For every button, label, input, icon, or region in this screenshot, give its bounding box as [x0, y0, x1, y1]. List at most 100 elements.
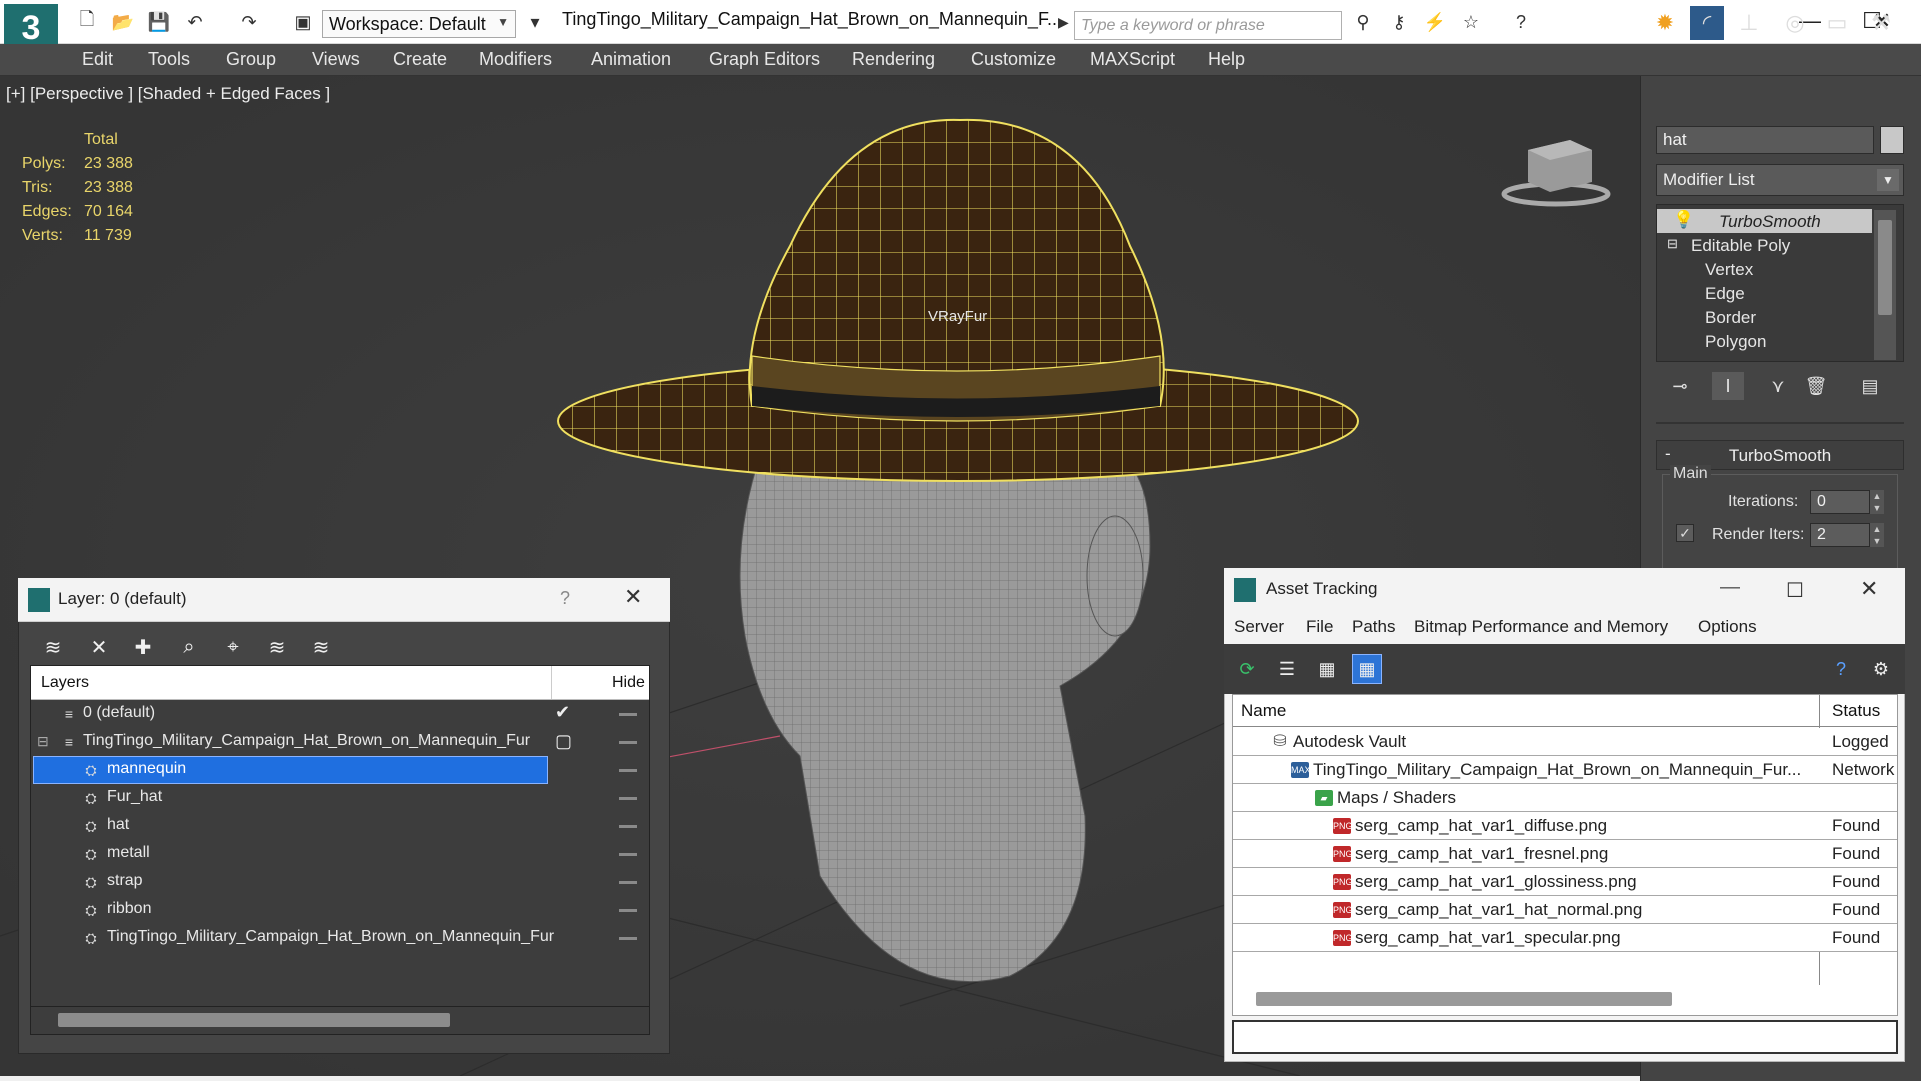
- horizontal-scrollbar[interactable]: [1256, 992, 1672, 1006]
- set-active-icon[interactable]: ▢: [555, 731, 572, 752]
- workspace-menu-icon[interactable]: ▾: [522, 10, 548, 34]
- help-icon[interactable]: ?: [1826, 654, 1856, 684]
- layer-row[interactable]: ⛭ ribbon: [31, 896, 649, 924]
- redo-icon[interactable]: ↷: [236, 10, 262, 34]
- thumbnail-view-icon[interactable]: ▦: [1312, 654, 1342, 684]
- key-icon[interactable]: ⚷: [1386, 10, 1412, 34]
- freeze-all-icon[interactable]: ≋: [306, 632, 336, 662]
- hide-all-icon[interactable]: ≋: [262, 632, 292, 662]
- menu-options[interactable]: Options: [1698, 617, 1757, 637]
- layers-column-header[interactable]: Layers: [41, 674, 89, 692]
- exchange-icon[interactable]: ⚡: [1422, 10, 1448, 34]
- save-file-icon[interactable]: 💾: [146, 10, 172, 34]
- menu-maxscript[interactable]: MAXScript: [1090, 49, 1175, 70]
- layer-row[interactable]: ⛭ hat: [31, 812, 649, 840]
- modify-tab-icon[interactable]: ◜: [1690, 6, 1724, 40]
- make-unique-icon[interactable]: ⋎: [1762, 372, 1794, 400]
- hide-toggle[interactable]: [619, 825, 637, 828]
- hide-toggle[interactable]: [619, 937, 637, 940]
- iterations-spinner[interactable]: 0: [1810, 490, 1870, 514]
- help-button[interactable]: ?: [560, 588, 570, 609]
- search-input[interactable]: Type a keyword or phrase: [1074, 11, 1342, 40]
- hide-toggle[interactable]: [619, 853, 637, 856]
- menu-paths[interactable]: Paths: [1352, 617, 1395, 637]
- spinner-arrows-icon[interactable]: ▲ ▼: [1870, 523, 1884, 547]
- layer-row[interactable]: ⛭ strap: [31, 868, 649, 896]
- menu-bitmap-performance[interactable]: Bitmap Performance and Memory: [1414, 617, 1668, 637]
- menu-rendering[interactable]: Rendering: [852, 49, 935, 70]
- play-arrow-icon[interactable]: ▶: [1058, 14, 1070, 36]
- stack-item-editable-poly[interactable]: ⊟ Editable Poly: [1657, 233, 1872, 257]
- create-tab-icon[interactable]: ✹: [1648, 6, 1682, 40]
- hide-toggle[interactable]: [619, 881, 637, 884]
- status-column-header[interactable]: Status: [1832, 701, 1880, 721]
- menu-server[interactable]: Server: [1234, 617, 1284, 637]
- hide-toggle[interactable]: [619, 713, 637, 716]
- layer-row[interactable]: ⛭ TingTingo_Military_Campaign_Hat_Brown_…: [31, 924, 649, 952]
- list-view-icon[interactable]: ☰: [1272, 654, 1302, 684]
- viewport-label[interactable]: [+] [Perspective ] [Shaded + Edged Faces…: [6, 84, 330, 104]
- lightbulb-icon[interactable]: 💡: [1673, 210, 1694, 230]
- stack-item-polygon[interactable]: Polygon: [1657, 329, 1872, 353]
- layer-row[interactable]: ⛭ metall: [31, 840, 649, 868]
- menu-tools[interactable]: Tools: [148, 49, 190, 70]
- delete-icon[interactable]: ✕: [84, 632, 114, 662]
- asset-row[interactable]: PNG serg_camp_hat_var1_glossiness.png Fo…: [1233, 868, 1897, 896]
- hide-toggle[interactable]: [619, 769, 637, 772]
- remove-modifier-icon[interactable]: 🗑: [1800, 372, 1832, 400]
- utilities-tab-icon[interactable]: ⚒: [1864, 6, 1898, 40]
- minimize-icon[interactable]: —: [1720, 576, 1740, 599]
- asset-row[interactable]: PNG serg_camp_hat_var1_diffuse.png Found: [1233, 812, 1897, 840]
- new-file-icon[interactable]: 🗋: [74, 9, 100, 34]
- show-end-result-icon[interactable]: Ⅰ: [1712, 372, 1744, 400]
- highlight-layer-icon[interactable]: ⌖: [218, 632, 248, 662]
- layer-row[interactable]: ⊟ ≡ TingTingo_Military_Campaign_Hat_Brow…: [31, 728, 649, 756]
- open-file-icon[interactable]: 📂: [110, 10, 136, 34]
- add-icon[interactable]: ✚: [128, 632, 158, 662]
- asset-row[interactable]: MAX TingTingo_Military_Campaign_Hat_Brow…: [1233, 756, 1897, 784]
- object-name-input[interactable]: hat: [1656, 126, 1874, 154]
- active-layer-check-icon[interactable]: ✔: [555, 702, 570, 723]
- stack-scroll-thumb[interactable]: [1878, 220, 1892, 315]
- spinner-arrows-icon[interactable]: ▲ ▼: [1870, 490, 1884, 514]
- new-layer-icon[interactable]: ≋: [38, 632, 68, 662]
- viewcube-icon[interactable]: [1500, 132, 1612, 216]
- menu-file[interactable]: File: [1306, 617, 1333, 637]
- stack-item-vertex[interactable]: Vertex: [1657, 257, 1872, 281]
- hierarchy-tab-icon[interactable]: ⊥: [1732, 6, 1766, 40]
- binoculars-icon[interactable]: ⚲: [1350, 10, 1376, 34]
- asset-path-field[interactable]: [1232, 1020, 1898, 1054]
- select-in-layer-icon[interactable]: ⌕: [174, 632, 204, 662]
- menu-customize[interactable]: Customize: [971, 49, 1056, 70]
- menu-views[interactable]: Views: [312, 49, 360, 70]
- menu-group[interactable]: Group: [226, 49, 276, 70]
- close-icon[interactable]: ✕: [1860, 576, 1878, 602]
- asset-row[interactable]: ▰ Maps / Shaders: [1233, 784, 1897, 812]
- layer-row[interactable]: ⛭ Fur_hat: [31, 784, 649, 812]
- menu-modifiers[interactable]: Modifiers: [479, 49, 552, 70]
- menu-help[interactable]: Help: [1208, 49, 1245, 70]
- hide-toggle[interactable]: [619, 741, 637, 744]
- refresh-icon[interactable]: ⟳: [1232, 654, 1262, 684]
- table-view-icon[interactable]: ▦: [1352, 654, 1382, 684]
- render-iters-spinner[interactable]: 2: [1810, 523, 1870, 547]
- hide-toggle[interactable]: [619, 797, 637, 800]
- hide-column-header[interactable]: Hide: [612, 674, 645, 692]
- star-icon[interactable]: ☆: [1458, 10, 1484, 34]
- menu-edit[interactable]: Edit: [82, 49, 113, 70]
- object-color-swatch[interactable]: [1880, 126, 1904, 154]
- configure-sets-icon[interactable]: ▤: [1854, 372, 1886, 400]
- asset-row[interactable]: PNG serg_camp_hat_var1_fresnel.png Found: [1233, 840, 1897, 868]
- settings-icon[interactable]: ⚙: [1866, 654, 1896, 684]
- stack-item-edge[interactable]: Edge: [1657, 281, 1872, 305]
- collapse-icon[interactable]: ⊟: [1667, 236, 1678, 252]
- display-tab-icon[interactable]: ▭: [1820, 6, 1854, 40]
- layer-row[interactable]: ≡ 0 (default) ✔: [31, 700, 649, 728]
- maximize-icon[interactable]: ☐: [1786, 578, 1804, 603]
- horizontal-scrollbar[interactable]: [58, 1013, 450, 1027]
- menu-graph-editors[interactable]: Graph Editors: [709, 49, 820, 70]
- asset-row[interactable]: PNG serg_camp_hat_var1_specular.png Foun…: [1233, 924, 1897, 952]
- menu-create[interactable]: Create: [393, 49, 447, 70]
- project-icon[interactable]: ▣: [290, 10, 316, 34]
- asset-row[interactable]: ⛁ Autodesk Vault Logged: [1233, 728, 1897, 756]
